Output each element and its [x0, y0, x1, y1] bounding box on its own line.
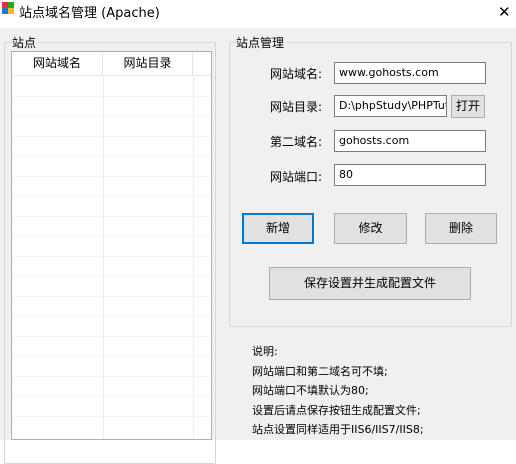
grid-line	[12, 356, 211, 357]
delete-button[interactable]: 删除	[425, 213, 497, 244]
grid-line	[12, 96, 211, 97]
open-directory-button[interactable]: 打开	[451, 95, 485, 118]
notes-title: 说明:	[252, 345, 278, 358]
notes-line: 网站端口不填默认为80;	[252, 384, 369, 397]
grid-line	[12, 176, 211, 177]
grid-line	[12, 336, 211, 337]
grid-line	[12, 376, 211, 377]
grid-line	[12, 316, 211, 317]
grid-line	[12, 156, 211, 157]
column-header-filler	[193, 52, 211, 75]
domain-label: 网站域名:	[270, 67, 323, 81]
site-group-label: 站点	[10, 34, 39, 51]
edit-button[interactable]: 修改	[334, 213, 407, 244]
notes-line: 站点设置同样适用于IIS6/IIS7/IIS8;	[252, 423, 424, 436]
grid-line	[12, 416, 211, 417]
grid-line	[12, 116, 211, 117]
grid-line	[12, 276, 211, 277]
save-config-button[interactable]: 保存设置并生成配置文件	[269, 267, 471, 300]
column-header-domain[interactable]: 网站域名	[12, 52, 103, 75]
second-domain-label: 第二域名:	[270, 135, 323, 149]
port-input[interactable]: 80	[334, 164, 486, 186]
notes-line: 网站端口和第二域名可不填;	[252, 364, 388, 378]
column-header-directory[interactable]: 网站目录	[103, 52, 193, 75]
close-button[interactable]: ✕	[476, 0, 516, 28]
grid-line	[12, 196, 211, 197]
column-divider	[103, 75, 104, 439]
title-bar: 站点域名管理 (Apache) ✕	[0, 0, 516, 28]
add-button[interactable]: 新增	[242, 213, 314, 244]
notes-line: 设置后请点保存按钮生成配置文件;	[252, 403, 421, 417]
site-list[interactable]: 网站域名 网站目录	[11, 51, 212, 440]
notes-panel: 说明: 网站端口和第二域名可不填; 网站端口不填默认为80; 设置后请点保存按钮…	[252, 342, 424, 440]
grid-line	[12, 296, 211, 297]
grid-line	[12, 236, 211, 237]
domain-input[interactable]: www.gohosts.com	[334, 62, 486, 84]
directory-label: 网站目录:	[270, 100, 323, 114]
column-divider	[193, 75, 194, 439]
app-icon	[2, 2, 14, 14]
second-domain-input[interactable]: gohosts.com	[334, 130, 486, 152]
close-icon: ✕	[498, 3, 511, 21]
grid-line	[12, 396, 211, 397]
directory-input[interactable]: D:\phpStudy\PHPTutorial	[334, 95, 447, 117]
site-list-header: 网站域名 网站目录	[12, 52, 211, 76]
port-label: 网站端口:	[270, 170, 323, 184]
grid-line	[12, 216, 211, 217]
grid-line	[12, 136, 211, 137]
window-title: 站点域名管理 (Apache)	[19, 6, 160, 21]
manage-group-label: 站点管理	[234, 34, 287, 51]
grid-line	[12, 256, 211, 257]
